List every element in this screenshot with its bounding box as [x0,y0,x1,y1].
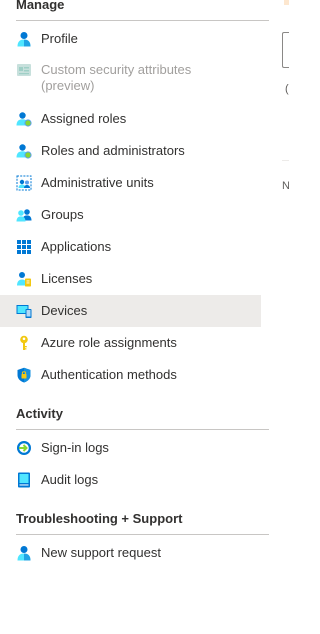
nav-item-label: Groups [41,207,84,222]
devices-icon [16,305,32,318]
nav-item-label: New support request [41,545,161,560]
nav-item-label: Roles and administrators [41,143,185,158]
nav-item-profile[interactable]: Profile [0,23,261,55]
nav-item-label: Licenses [41,271,93,286]
section-divider [16,429,269,430]
nav-item-label: Azure role assignments [41,335,177,350]
resource-menu-sidebar: Manage Profile Custom security attribute… [0,0,269,634]
section-divider [16,534,269,535]
nav-item-administrative-units[interactable]: Administrative units [0,167,261,199]
truncated-text: N [282,180,289,192]
audit-logs-icon [18,472,30,488]
shield-icon [17,367,31,383]
nav-item-label: Assigned roles [41,111,127,126]
sign-in-logs-icon [17,441,31,455]
custom-security-attributes-icon [17,64,31,76]
nav-item-label: Administrative units [41,175,154,190]
nav-item-label: Authentication methods [41,367,177,382]
key-icon [20,335,28,350]
nav-item-custom-security-attributes[interactable]: Custom security attributes (preview) [0,58,261,102]
section-divider [16,20,269,21]
nav-item-devices[interactable]: Devices [0,295,261,327]
licenses-icon [17,272,31,287]
roles-administrators-icon [16,144,32,159]
groups-icon [16,209,32,222]
nav-item-label: Applications [41,239,112,254]
section-header-activity: Activity [16,406,63,421]
profile-icon [17,32,31,47]
divider [282,160,289,161]
nav-item-label: Profile [41,31,78,46]
nav-item-audit-logs[interactable]: Audit logs [0,464,261,496]
assigned-roles-icon [16,112,32,127]
truncated-text: ( [285,83,289,95]
nav-item-label: Sign-in logs [41,440,109,455]
search-input[interactable] [282,32,289,68]
nav-item-groups[interactable]: Groups [0,199,261,231]
nav-item-applications[interactable]: Applications [0,231,261,263]
nav-item-roles-and-administrators[interactable]: Roles and administrators [0,135,261,167]
support-request-icon [17,546,31,561]
section-header-troubleshooting: Troubleshooting + Support [16,511,183,526]
administrative-units-icon [16,175,32,191]
applications-icon [17,240,31,254]
nav-item-azure-role-assignments[interactable]: Azure role assignments [0,327,261,359]
page: Manage Profile Custom security attribute… [0,0,289,634]
nav-item-label: Devices [41,303,88,318]
nav-item-sign-in-logs[interactable]: Sign-in logs [0,432,261,464]
nav-item-new-support-request[interactable]: New support request [0,537,261,569]
nav-item-assigned-roles[interactable]: Assigned roles [0,103,261,135]
nav-item-label: Audit logs [41,472,99,487]
nav-item-authentication-methods[interactable]: Authentication methods [0,359,261,391]
nav-item-label: Custom security attributes (preview) [41,62,192,93]
nav-item-licenses[interactable]: Licenses [0,263,261,295]
section-header-manage: Manage [16,0,65,12]
notification-banner-edge [284,0,289,5]
